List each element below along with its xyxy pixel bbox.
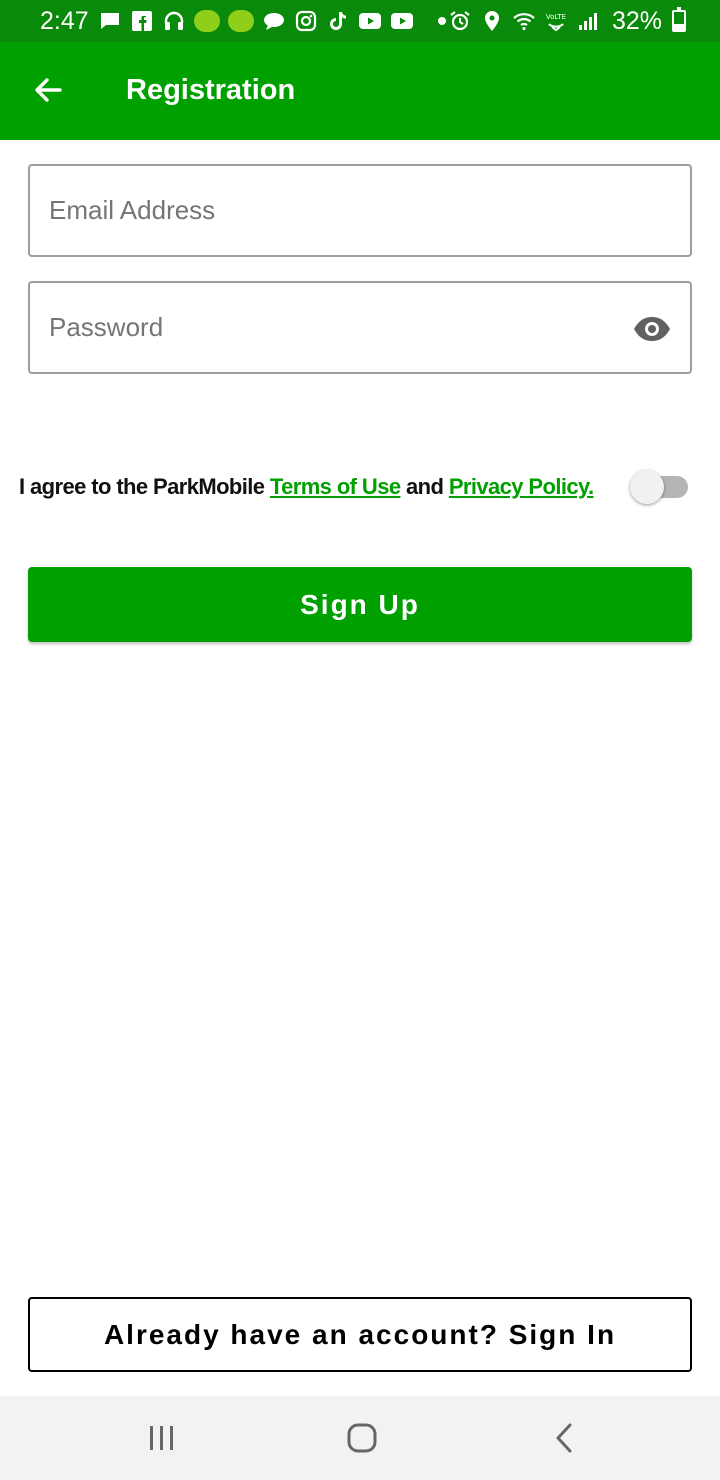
dot-icon xyxy=(438,17,446,25)
recent-apps-icon xyxy=(150,1426,173,1450)
facebook-icon xyxy=(132,11,152,31)
agreement-prefix: I agree to the ParkMobile xyxy=(19,474,270,499)
password-field[interactable] xyxy=(49,283,609,372)
youtube-icon xyxy=(359,13,381,29)
headphones-icon xyxy=(164,11,184,30)
wifi-icon xyxy=(513,13,535,31)
password-field-container xyxy=(28,281,692,374)
app-badge-icon xyxy=(194,10,220,32)
show-password-button[interactable] xyxy=(630,307,674,351)
privacy-policy-link[interactable]: Privacy Policy. xyxy=(449,474,594,499)
app-badge-icon xyxy=(228,10,254,32)
back-arrow-icon xyxy=(35,78,62,102)
email-field[interactable] xyxy=(49,166,609,255)
volte-icon: VoLTE xyxy=(546,13,566,32)
instagram-icon xyxy=(295,10,317,32)
tiktok-icon xyxy=(330,12,346,30)
location-icon xyxy=(485,11,499,31)
toggle-thumb xyxy=(630,470,664,504)
alarm-icon xyxy=(450,11,470,31)
agreement-middle: and xyxy=(400,474,449,499)
system-back-button[interactable] xyxy=(534,1412,594,1464)
home-icon xyxy=(347,1423,377,1453)
status-bar: 2:47 VoLTE 32% xyxy=(0,0,720,42)
chat-bubble-icon xyxy=(264,13,284,30)
youtube-icon xyxy=(391,13,413,29)
svg-text:VoLTE: VoLTE xyxy=(546,13,566,21)
terms-agreement: I agree to the ParkMobile Terms of Use a… xyxy=(19,470,594,504)
terms-of-use-link[interactable]: Terms of Use xyxy=(270,474,401,499)
sign-in-button[interactable]: Already have an account? Sign In xyxy=(28,1297,692,1372)
eye-icon xyxy=(634,317,670,341)
system-navigation-bar xyxy=(0,1396,720,1480)
email-field-container xyxy=(28,164,692,257)
system-back-icon xyxy=(556,1423,572,1453)
system-icons: VoLTE xyxy=(448,8,600,34)
battery-icon xyxy=(672,7,686,32)
home-button[interactable] xyxy=(332,1412,392,1464)
status-time: 2:47 xyxy=(40,7,89,35)
battery-percentage: 32% xyxy=(611,7,662,35)
signal-icon xyxy=(579,13,597,30)
app-bar: Registration xyxy=(0,42,720,140)
back-button[interactable] xyxy=(24,66,72,114)
agree-toggle[interactable] xyxy=(630,470,690,504)
notification-icons xyxy=(98,8,446,34)
sign-up-button[interactable]: Sign Up xyxy=(28,567,692,642)
message-icon xyxy=(101,13,119,29)
page-title: Registration xyxy=(126,74,296,106)
recent-apps-button[interactable] xyxy=(132,1412,192,1464)
